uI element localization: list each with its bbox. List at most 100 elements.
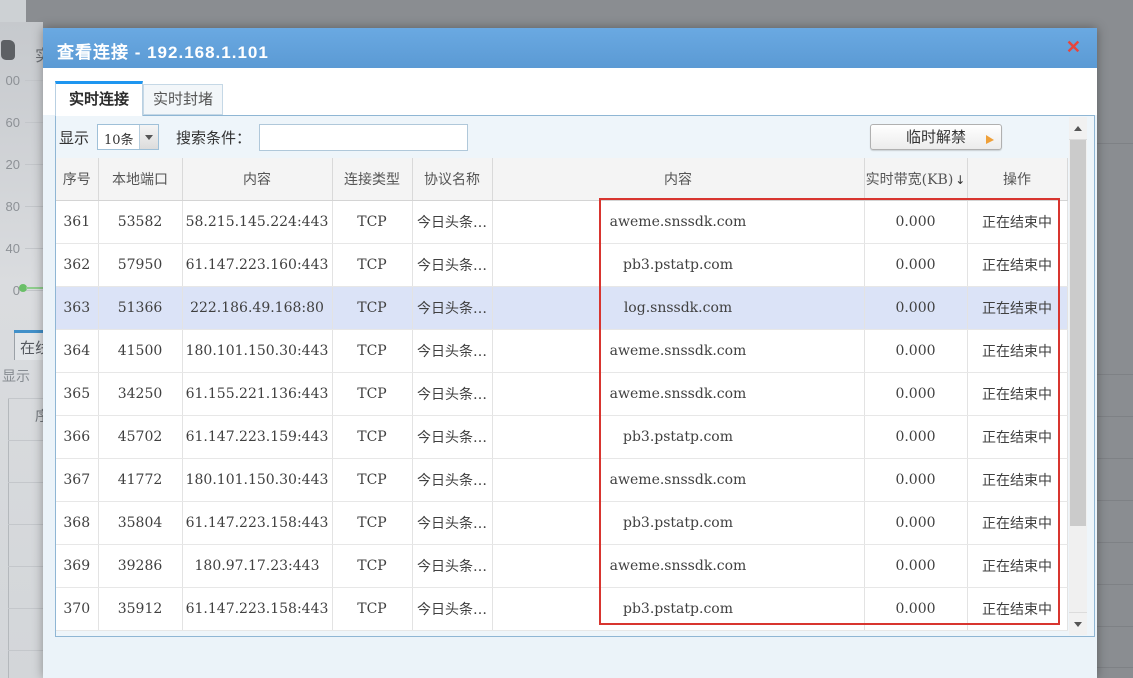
button-corner-arrow-icon: [986, 135, 994, 144]
cell-domain: aweme.snssdk.com: [492, 458, 864, 501]
table-row[interactable]: 3683580461.147.223.158:443TCP今日头条…pb3.ps…: [56, 501, 1067, 544]
axis-tick-label: 00: [0, 73, 20, 88]
background-row-line: [8, 524, 43, 525]
cell-protocol: 今日头条…: [412, 286, 492, 329]
background-chrome-corner: [0, 0, 26, 22]
cell-action: 正在结束中: [967, 501, 1067, 544]
cell-domain: log.snssdk.com: [492, 286, 864, 329]
search-input[interactable]: [259, 124, 468, 151]
cell-bandwidth: 0.000: [864, 286, 967, 329]
page-size-value: 10条: [104, 129, 134, 148]
cell-type: TCP: [332, 587, 412, 630]
background-tab-label: 在线: [20, 337, 43, 358]
cell-protocol: 今日头条…: [412, 544, 492, 587]
cell-domain: aweme.snssdk.com: [492, 544, 864, 587]
tab-realtime-connections[interactable]: 实时连接: [55, 81, 143, 116]
background-top-tab-text: 实: [35, 42, 43, 66]
cell-protocol: 今日头条…: [412, 415, 492, 458]
gridline: [25, 164, 43, 165]
cell-no: 368: [56, 501, 98, 544]
background-table-header-text: 序: [35, 406, 43, 426]
cell-action: 正在结束中: [967, 286, 1067, 329]
table-row[interactable]: 3615358258.215.145.224:443TCP今日头条…aweme.…: [56, 200, 1067, 243]
column-header: 协议名称: [412, 158, 492, 200]
connections-panel: 显示 10条 搜索条件： 临时解禁 序号本地端口内容连接类型协议名称内容实时带宽…: [55, 115, 1095, 637]
table-body: 3615358258.215.145.224:443TCP今日头条…aweme.…: [56, 200, 1067, 630]
cell-bandwidth: 0.000: [864, 243, 967, 286]
column-header[interactable]: 实时带宽(KB)↓: [864, 158, 967, 200]
table-scrollbar[interactable]: [1069, 117, 1087, 635]
background-row-line: [1097, 626, 1133, 627]
cell-port: 35912: [98, 587, 182, 630]
table-row[interactable]: 36939286180.97.17.23:443TCP今日头条…aweme.sn…: [56, 544, 1067, 587]
scroll-down-button[interactable]: [1069, 612, 1087, 635]
table-row[interactable]: 36741772180.101.150.30:443TCP今日头条…aweme.…: [56, 458, 1067, 501]
cell-no: 364: [56, 329, 98, 372]
cell-protocol: 今日头条…: [412, 200, 492, 243]
scrollbar-thumb[interactable]: [1070, 140, 1086, 526]
table-row[interactable]: 3664570261.147.223.159:443TCP今日头条…pb3.ps…: [56, 415, 1067, 458]
cell-port: 51366: [98, 286, 182, 329]
background-row-line: [8, 566, 43, 567]
cell-domain: pb3.pstatp.com: [492, 415, 864, 458]
page-size-select[interactable]: 10条: [97, 124, 159, 150]
cell-content: 180.101.150.30:443: [182, 458, 332, 501]
cell-action: 正在结束中: [967, 329, 1067, 372]
cell-protocol: 今日头条…: [412, 587, 492, 630]
cell-type: TCP: [332, 458, 412, 501]
cell-type: TCP: [332, 243, 412, 286]
tab-realtime-blocking[interactable]: 实时封堵: [143, 84, 223, 115]
axis-tick-label: 20: [0, 157, 20, 172]
cell-action: 正在结束中: [967, 372, 1067, 415]
table-row[interactable]: 36351366222.186.49.168:80TCP今日头条…log.sns…: [56, 286, 1067, 329]
chevron-down-icon: [1074, 622, 1082, 627]
temporary-unban-button[interactable]: 临时解禁: [870, 124, 1002, 150]
cell-bandwidth: 0.000: [864, 415, 967, 458]
background-row-line: [8, 398, 43, 399]
dialog-title: 查看连接 - 192.168.1.101: [57, 38, 269, 63]
scroll-up-button[interactable]: [1069, 117, 1087, 140]
temporary-unban-label: 临时解禁: [906, 128, 966, 146]
view-connections-dialog: 查看连接 - 192.168.1.101 ✕ 实时连接 实时封堵 显示 10条 …: [43, 28, 1097, 678]
cell-type: TCP: [332, 200, 412, 243]
background-row-line: [1097, 584, 1133, 585]
background-page-left: 实 00602080400 在线 显示 序: [0, 22, 43, 678]
cell-action: 正在结束中: [967, 415, 1067, 458]
gridline: [25, 122, 43, 123]
table-row[interactable]: 3625795061.147.223.160:443TCP今日头条…pb3.ps…: [56, 243, 1067, 286]
cell-port: 35804: [98, 501, 182, 544]
cell-no: 365: [56, 372, 98, 415]
cell-bandwidth: 0.000: [864, 501, 967, 544]
cell-domain: aweme.snssdk.com: [492, 200, 864, 243]
cell-type: TCP: [332, 286, 412, 329]
background-row-line: [1097, 416, 1133, 417]
cell-protocol: 今日头条…: [412, 243, 492, 286]
close-icon[interactable]: ✕: [1066, 37, 1081, 57]
cell-port: 41772: [98, 458, 182, 501]
cell-protocol: 今日头条…: [412, 501, 492, 544]
cell-port: 53582: [98, 200, 182, 243]
table-row[interactable]: 3703591261.147.223.158:443TCP今日头条…pb3.ps…: [56, 587, 1067, 630]
column-header: 操作: [967, 158, 1067, 200]
background-row-line: [1097, 143, 1133, 144]
cell-port: 34250: [98, 372, 182, 415]
axis-tick-label: 0: [0, 283, 20, 298]
table-row[interactable]: 36441500180.101.150.30:443TCP今日头条…aweme.…: [56, 329, 1067, 372]
select-dropdown-button[interactable]: [139, 125, 158, 149]
cell-bandwidth: 0.000: [864, 372, 967, 415]
column-header: 连接类型: [332, 158, 412, 200]
cell-domain: pb3.pstatp.com: [492, 501, 864, 544]
background-display-label: 显示: [2, 366, 30, 386]
background-row-line: [1097, 458, 1133, 459]
cell-no: 363: [56, 286, 98, 329]
cell-content: 180.101.150.30:443: [182, 329, 332, 372]
cell-port: 41500: [98, 329, 182, 372]
table-row[interactable]: 3653425061.155.221.136:443TCP今日头条…aweme.…: [56, 372, 1067, 415]
cell-content: 58.215.145.224:443: [182, 200, 332, 243]
gridline: [25, 206, 43, 207]
dialog-titlebar: 查看连接 - 192.168.1.101 ✕: [43, 28, 1097, 68]
background-logo-icon: [1, 40, 15, 60]
axis-tick-label: 80: [0, 199, 20, 214]
cell-bandwidth: 0.000: [864, 200, 967, 243]
table-header-row: 序号本地端口内容连接类型协议名称内容实时带宽(KB)↓操作: [56, 158, 1067, 200]
